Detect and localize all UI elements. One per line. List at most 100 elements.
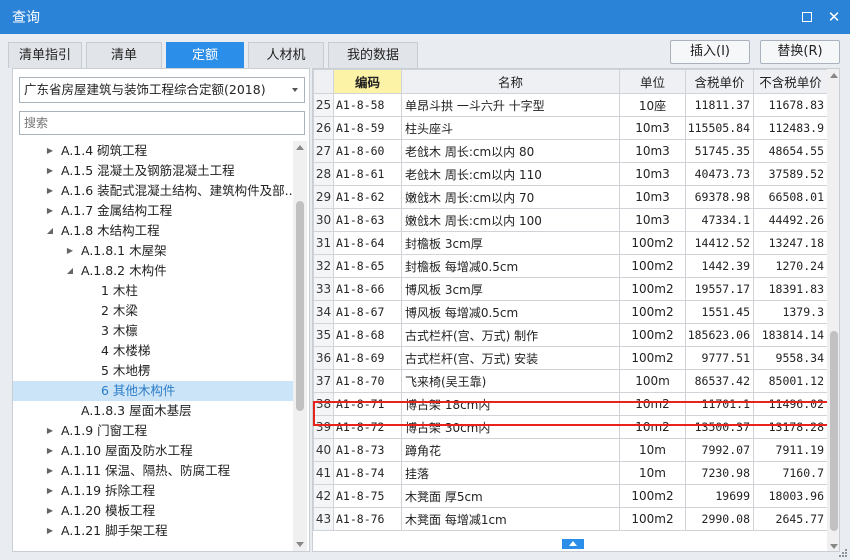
tree-item[interactable]: ◢ A.1.8.2 木构件 xyxy=(13,261,293,281)
tree-item[interactable]: ◢ A.1.8 木结构工程 xyxy=(13,221,293,241)
cell-price-tax: 40473.73 xyxy=(685,162,754,186)
tree-item[interactable]: ▶ A.1.7 金属结构工程 xyxy=(13,201,293,221)
scroll-down-icon[interactable] xyxy=(296,542,304,547)
table-row[interactable]: 41 A1-8-74 挂落 10m 7230.98 7160.7 xyxy=(313,461,828,485)
tab-my-data[interactable]: 我的数据 xyxy=(328,42,418,68)
table-row[interactable]: 32 A1-8-65 封檐板 每增减0.5cm 100m2 1442.39 1270.24 xyxy=(313,254,828,278)
table-row[interactable]: 26 A1-8-59 柱头座斗 10m3 115505.84 112483.9 xyxy=(313,116,828,140)
collapsed-arrow-icon[interactable]: ▶ xyxy=(45,141,55,161)
tree-item[interactable]: A.1.8.3 屋面木基层 xyxy=(13,401,293,421)
cell-unit: 10座 xyxy=(619,93,686,117)
scroll-up-icon[interactable] xyxy=(296,145,304,150)
scroll-up-icon[interactable] xyxy=(830,73,838,78)
tab-bill[interactable]: 清单 xyxy=(86,42,162,68)
tree-item[interactable]: ▶ A.1.21 脚手架工程 xyxy=(13,521,293,541)
cell-name: 封檐板 每增减0.5cm xyxy=(401,254,620,278)
search-input[interactable] xyxy=(19,111,305,135)
table-row[interactable]: 33 A1-8-66 博风板 3cm厚 100m2 19557.17 18391.83 xyxy=(313,277,828,301)
tree-item[interactable]: 2 木梁 xyxy=(13,301,293,321)
collapsed-arrow-icon[interactable]: ▶ xyxy=(45,421,55,441)
dialog-body: 清单指引 清单 定额 人材机 我的数据 插入(I) 替换(R) 广东省房屋建筑与… xyxy=(0,34,850,560)
expanded-arrow-icon[interactable]: ◢ xyxy=(65,261,75,281)
tab-quota[interactable]: 定额 xyxy=(166,42,244,68)
tree-item[interactable]: ▶ A.1.10 屋面及防水工程 xyxy=(13,441,293,461)
table-row[interactable]: 25 A1-8-58 单昂斗拱 一斗六升 十字型 10座 11811.37 11678.8… xyxy=(313,93,828,117)
table-row[interactable]: 40 A1-8-73 蹲角花 10m 7992.07 7911.19 xyxy=(313,438,828,462)
tree-item-label: 5 木地楞 xyxy=(101,363,151,378)
cell-unit: 10m xyxy=(619,438,686,462)
table-row[interactable]: 29 A1-8-62 嫩戗木 周长:cm以内 70 10m3 69378.98 66508… xyxy=(313,185,828,209)
scroll-down-icon[interactable] xyxy=(830,544,838,549)
close-icon[interactable]: ✕ xyxy=(825,8,843,26)
table-scrollbar[interactable] xyxy=(827,69,839,551)
column-header-name[interactable]: 名称 xyxy=(401,69,620,94)
tree-item[interactable]: 3 木檩 xyxy=(13,321,293,341)
table-row[interactable]: 35 A1-8-68 古式栏杆(宫、万式) 制作 100m2 185623.06 1838… xyxy=(313,323,828,347)
expanded-arrow-icon[interactable]: ◢ xyxy=(45,221,55,241)
table-row[interactable]: 30 A1-8-63 嫩戗木 周长:cm以内 100 10m3 47334.1 44492… xyxy=(313,208,828,232)
tree-item[interactable]: ▶ A.1.8.1 木屋架 xyxy=(13,241,293,261)
collapsed-arrow-icon[interactable]: ▶ xyxy=(45,161,55,181)
tree-item[interactable]: ▶ A.1.11 保温、隔热、防腐工程 xyxy=(13,461,293,481)
tree-item[interactable]: 1 木柱 xyxy=(13,281,293,301)
tab-labor-material-machine[interactable]: 人材机 xyxy=(248,42,324,68)
tree-item-label: A.1.5 混凝土及钢筋混凝土工程 xyxy=(61,163,235,178)
chevron-down-icon[interactable] xyxy=(292,88,298,92)
tree-item[interactable]: ▶ A.1.4 砌筑工程 xyxy=(13,141,293,161)
cell-price-notax: 11496.02 xyxy=(753,392,828,416)
tree-item[interactable]: 5 木地楞 xyxy=(13,361,293,381)
row-index: 32 xyxy=(313,254,334,278)
table-row[interactable]: 38 A1-8-71 博古架 18cm内 10m2 11701.1 11496.02 xyxy=(313,392,828,416)
column-header-price-notax[interactable]: 不含税单价 xyxy=(753,69,828,94)
column-header-code[interactable]: 编码 xyxy=(333,69,402,94)
tree-item[interactable]: ▶ A.1.6 装配式混凝土结构、建筑构件及部... xyxy=(13,181,293,201)
collapsed-arrow-icon[interactable]: ▶ xyxy=(45,441,55,461)
column-header-unit[interactable]: 单位 xyxy=(619,69,686,94)
scroll-thumb[interactable] xyxy=(830,331,838,531)
tree-item[interactable]: 4 木楼梯 xyxy=(13,341,293,361)
tree-item[interactable]: ▶ A.1.19 拆除工程 xyxy=(13,481,293,501)
tree-item-label: A.1.8.3 屋面木基层 xyxy=(81,403,192,418)
collapsed-arrow-icon[interactable]: ▶ xyxy=(45,181,55,201)
table-row[interactable]: 42 A1-8-75 木凳面 厚5cm 100m2 19699 18003.96 xyxy=(313,484,828,508)
cell-price-tax: 19699 xyxy=(685,484,754,508)
cell-code: A1-8-67 xyxy=(333,300,402,324)
table-row[interactable]: 36 A1-8-69 古式栏杆(宫、万式) 安装 100m2 9777.51 9558.3… xyxy=(313,346,828,370)
cell-price-tax: 2990.08 xyxy=(685,507,754,531)
cell-price-tax: 115505.84 xyxy=(685,116,754,140)
library-dropdown[interactable]: 广东省房屋建筑与装饰工程综合定额(2018) xyxy=(19,77,305,103)
table-row[interactable]: 37 A1-8-70 飞来椅(吴王靠) 100m 86537.42 85001.12 xyxy=(313,369,828,393)
table-row[interactable]: 43 A1-8-76 木凳面 每增减1cm 100m2 2990.08 2645.77 xyxy=(313,507,828,531)
resize-grip-icon[interactable] xyxy=(838,548,848,558)
tree-scrollbar[interactable] xyxy=(293,141,307,551)
restore-icon[interactable] xyxy=(798,8,816,26)
table-row[interactable]: 34 A1-8-67 博风板 每增减0.5cm 100m2 1551.45 1379.3 xyxy=(313,300,828,324)
tree-item[interactable]: ▶ A.1.9 门窗工程 xyxy=(13,421,293,441)
table-row[interactable]: 39 A1-8-72 博古架 30cm内 10m2 13500.37 13178.28 xyxy=(313,415,828,439)
collapsed-arrow-icon[interactable]: ▶ xyxy=(65,241,75,261)
tab-bill-guide[interactable]: 清单指引 xyxy=(8,42,82,68)
collapsed-arrow-icon[interactable]: ▶ xyxy=(45,521,55,541)
collapsed-arrow-icon[interactable]: ▶ xyxy=(45,461,55,481)
tree-item[interactable]: 6 其他木构件 xyxy=(13,381,293,401)
row-index: 41 xyxy=(313,461,334,485)
collapsed-arrow-icon[interactable]: ▶ xyxy=(45,501,55,521)
collapsed-arrow-icon[interactable]: ▶ xyxy=(45,201,55,221)
table-row[interactable]: 27 A1-8-60 老戗木 周长:cm以内 80 10m3 51745.35 48654… xyxy=(313,139,828,163)
row-index: 26 xyxy=(313,116,334,140)
cell-name: 博古架 30cm内 xyxy=(401,415,620,439)
cell-price-notax: 13178.28 xyxy=(753,415,828,439)
panel-collapse-handle[interactable] xyxy=(562,539,584,549)
tree-item[interactable]: ▶ A.1.20 模板工程 xyxy=(13,501,293,521)
tree-item[interactable]: ▶ A.1.5 混凝土及钢筋混凝土工程 xyxy=(13,161,293,181)
insert-button[interactable]: 插入(I) xyxy=(670,40,750,64)
scroll-thumb[interactable] xyxy=(296,201,304,411)
table-row[interactable]: 28 A1-8-61 老戗木 周长:cm以内 110 10m3 40473.73 3758… xyxy=(313,162,828,186)
cell-code: A1-8-75 xyxy=(333,484,402,508)
cell-price-tax: 86537.42 xyxy=(685,369,754,393)
cell-unit: 100m xyxy=(619,369,686,393)
column-header-price-tax[interactable]: 含税单价 xyxy=(685,69,754,94)
collapsed-arrow-icon[interactable]: ▶ xyxy=(45,481,55,501)
replace-button[interactable]: 替换(R) xyxy=(760,40,840,64)
table-row[interactable]: 31 A1-8-64 封檐板 3cm厚 100m2 14412.52 13247.18 xyxy=(313,231,828,255)
